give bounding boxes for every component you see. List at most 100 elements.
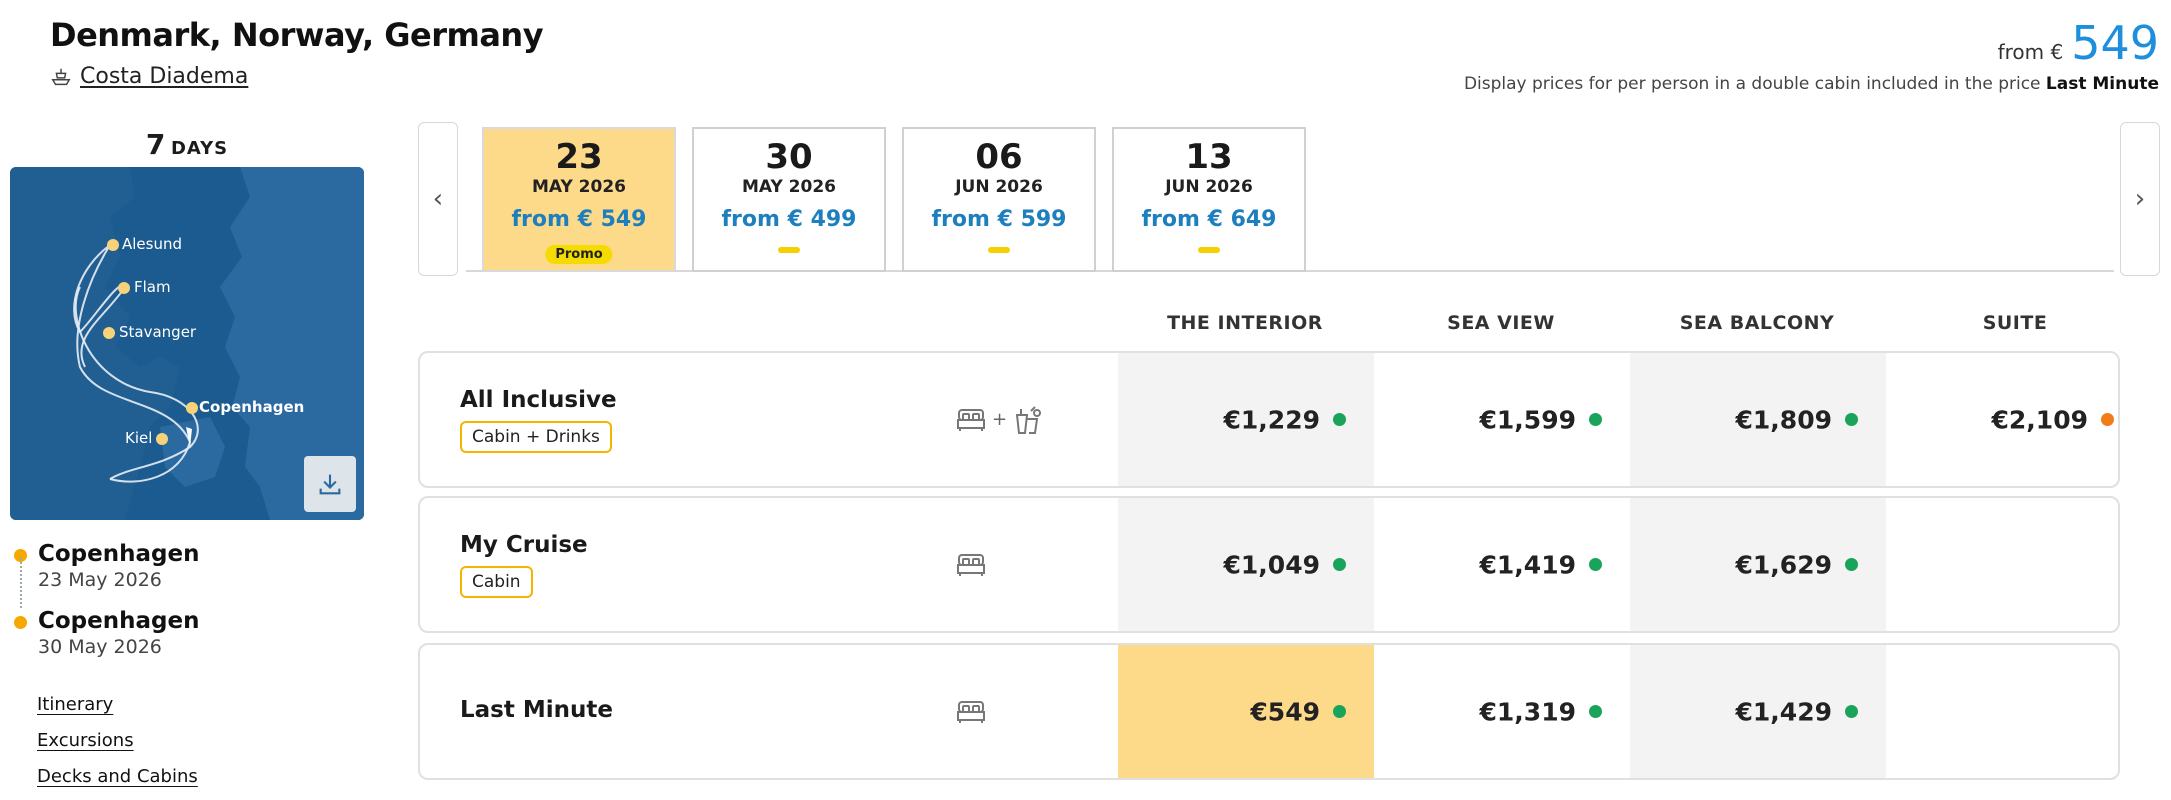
price-cell-sea-view[interactable]: €1,599 <box>1374 353 1630 486</box>
column-header-sea-view: SEA VIEW <box>1447 312 1555 334</box>
price-cell-sea-balcony[interactable]: €1,429 <box>1630 645 1886 778</box>
decks-and-cabins-link[interactable]: Decks and Cabins <box>37 766 198 787</box>
bed-icon <box>957 553 985 576</box>
column-header-suite: SUITE <box>1982 312 2048 334</box>
price-cell-suite[interactable]: €2,109 <box>1886 353 2118 486</box>
stop-dot <box>14 616 27 629</box>
price-value: €1,599 <box>1479 405 1576 434</box>
from-label: from € <box>1997 40 2064 64</box>
ship-name: Costa Diadema <box>80 64 249 89</box>
duration: 7 DAYS <box>10 128 364 161</box>
price-cell-interior[interactable]: €1,049 <box>1118 498 1374 631</box>
date-month: MAY 2026 <box>742 177 836 197</box>
fare-row-my-cruise: My Cruise Cabin €1,049 €1,419 €1,629 <box>418 496 2120 633</box>
from-price: from € 549 <box>1998 16 2159 70</box>
availability-dot <box>1845 557 1858 571</box>
date-month: JUN 2026 <box>955 177 1043 197</box>
fare-icons <box>956 699 986 725</box>
fare-title: All Inclusive <box>460 387 617 413</box>
bed-icon <box>957 700 985 723</box>
map-label-kiel: Kiel <box>125 429 153 447</box>
fare-title: Last Minute <box>460 697 613 723</box>
stop-connector <box>20 558 22 608</box>
price-cell-sea-balcony[interactable]: €1,629 <box>1630 498 1886 631</box>
column-header-sea-balcony: SEA BALCONY <box>1679 312 1835 334</box>
availability-dot <box>1845 412 1858 426</box>
date-day: 06 <box>975 137 1023 177</box>
date-price: from € 599 <box>931 207 1067 232</box>
price-cell-sea-balcony[interactable]: €1,809 <box>1630 353 1886 486</box>
price-cell-sea-view[interactable]: €1,419 <box>1374 498 1630 631</box>
date-price: from € 649 <box>1141 207 1277 232</box>
availability-dot <box>1333 557 1346 571</box>
fare-icons: + <box>956 405 1043 435</box>
price-value: €1,809 <box>1735 405 1832 434</box>
date-day: 23 <box>555 137 603 177</box>
price-value: €1,629 <box>1735 550 1832 579</box>
date-indicator-bar <box>778 247 800 253</box>
download-icon <box>319 474 341 495</box>
date-day: 30 <box>765 137 813 177</box>
price-cell-interior[interactable]: €1,229 <box>1118 353 1374 486</box>
chevron-left-icon: ‹ <box>432 184 444 214</box>
carousel-prev-button[interactable]: ‹ <box>418 122 458 276</box>
ship-icon <box>51 68 71 85</box>
availability-dot <box>1589 557 1602 571</box>
date-card-06-jun[interactable]: 06 JUN 2026 from € 599 <box>902 127 1096 272</box>
route-map[interactable]: Alesund Flam Stavanger Copenhagen Kiel <box>10 167 364 520</box>
map-label-flam: Flam <box>134 278 171 296</box>
date-card-23-may[interactable]: 23 MAY 2026 from € 549 Promo <box>482 127 676 272</box>
date-month: MAY 2026 <box>532 177 626 197</box>
fare-badge: Cabin <box>460 566 533 598</box>
display-note-fare: Last Minute <box>2045 74 2159 94</box>
bed-icon <box>957 408 985 431</box>
arrival-port: Copenhagen <box>38 608 200 634</box>
itinerary-link[interactable]: Itinerary <box>37 694 113 715</box>
date-day: 13 <box>1185 137 1233 177</box>
date-indicator-bar <box>988 247 1010 253</box>
price-value: €1,419 <box>1479 550 1576 579</box>
promo-badge: Promo <box>545 245 613 264</box>
price-value: €549 <box>1250 697 1320 726</box>
date-price: from € 499 <box>721 207 857 232</box>
date-price: from € 549 <box>511 207 647 232</box>
fare-icons <box>956 552 986 578</box>
price-cell-suite-empty <box>1886 645 2118 778</box>
price-cell-interior-selected[interactable]: €549 <box>1118 645 1374 778</box>
fare-row-last-minute: Last Minute €549 €1,319 €1,429 <box>418 643 2120 780</box>
map-label-alesund: Alesund <box>122 235 183 253</box>
ship-link[interactable]: Costa Diadema <box>50 64 248 89</box>
availability-dot <box>1333 704 1346 718</box>
chevron-right-icon: › <box>2134 184 2146 214</box>
price-value: €1,049 <box>1223 550 1320 579</box>
map-label-stavanger: Stavanger <box>119 323 197 341</box>
display-note: Display prices for per person in a doubl… <box>1464 74 2159 94</box>
carousel-next-button[interactable]: › <box>2120 122 2160 276</box>
fare-title: My Cruise <box>460 532 588 558</box>
display-note-text: Display prices for per person in a doubl… <box>1463 74 2041 94</box>
from-value: 549 <box>2071 16 2159 70</box>
page-title: Denmark, Norway, Germany <box>50 16 544 54</box>
date-card-30-may[interactable]: 30 MAY 2026 from € 499 <box>692 127 886 272</box>
excursions-link[interactable]: Excursions <box>37 730 134 751</box>
departure-date: 23 May 2026 <box>38 569 162 591</box>
arrival-date: 30 May 2026 <box>38 636 162 658</box>
price-cell-suite-empty <box>1886 498 2118 631</box>
date-indicator-bar <box>1198 247 1220 253</box>
availability-dot <box>1589 704 1602 718</box>
plus-sign: + <box>992 409 1008 430</box>
days-number: 7 <box>145 128 166 161</box>
availability-dot <box>1845 704 1858 718</box>
days-label: DAYS <box>170 138 229 159</box>
map-download-button[interactable] <box>304 456 356 512</box>
column-header-interior: THE INTERIOR <box>1167 312 1323 334</box>
departure-port: Copenhagen <box>38 541 200 567</box>
price-value: €1,429 <box>1735 697 1832 726</box>
fare-badge: Cabin + Drinks <box>460 421 612 453</box>
price-value: €1,229 <box>1223 405 1320 434</box>
availability-dot <box>1333 412 1346 426</box>
price-cell-sea-view[interactable]: €1,319 <box>1374 645 1630 778</box>
date-card-13-jun[interactable]: 13 JUN 2026 from € 649 <box>1112 127 1306 272</box>
map-label-copenhagen: Copenhagen <box>199 398 305 416</box>
date-month: JUN 2026 <box>1165 177 1253 197</box>
